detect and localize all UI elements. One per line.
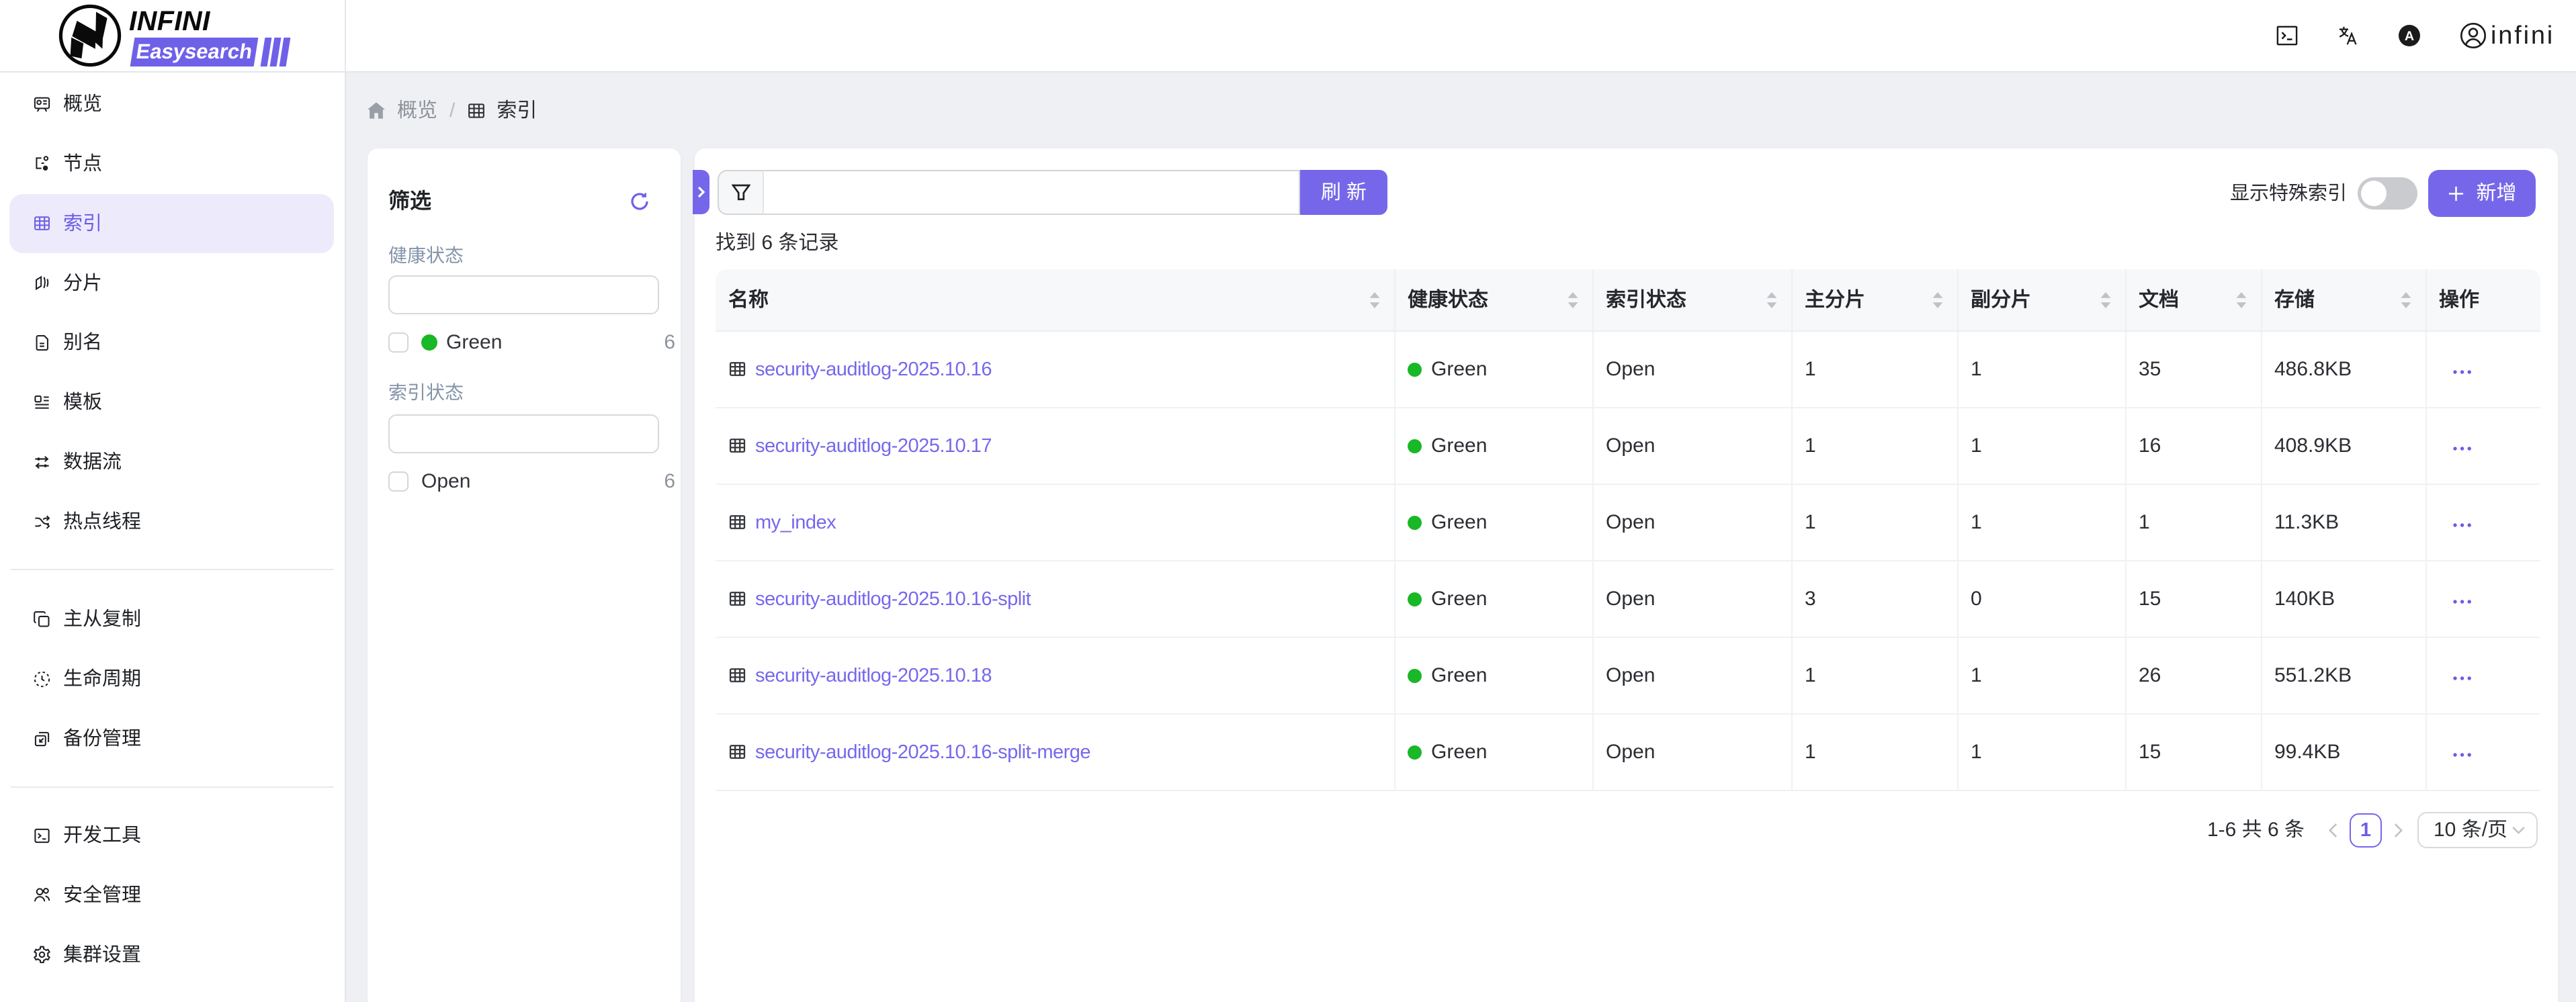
svg-text:A: A (2405, 29, 2414, 44)
